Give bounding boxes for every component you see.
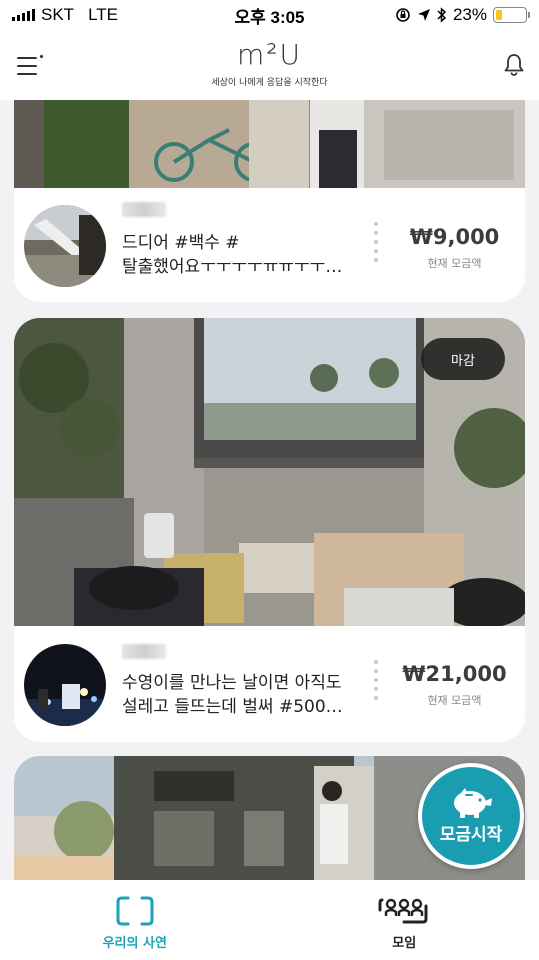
- tab-label: 모임: [392, 936, 417, 951]
- divider-dots: [374, 660, 378, 705]
- story-info: 수영이를 만나는 날이면 아직도 설레고 들뜨는데 벌써 #500… ₩21,0…: [14, 626, 525, 742]
- story-avatar: [24, 205, 106, 287]
- network-label: LTE: [88, 5, 118, 24]
- user-name-blurred: [122, 202, 166, 217]
- caption-line-2: 설레고 들뜨는데 벌써 #500…: [122, 697, 343, 717]
- location-icon: [417, 9, 430, 21]
- bluetooth-icon: [437, 7, 447, 23]
- raised-amount: ₩21,000: [402, 662, 507, 686]
- battery-percent: 23%: [452, 5, 487, 24]
- caption-line-1: 드디어 #백수 #: [122, 233, 240, 253]
- story-caption: 드디어 #백수 # 탈출했어요ㅜㅜㅜㅜㅠㅠㅜㅜ…: [122, 231, 357, 279]
- status-left: SKT LTE: [12, 5, 118, 25]
- story-info: 드디어 #백수 # 탈출했어요ㅜㅜㅜㅜㅠㅠㅜㅜ… ₩9,000 현재 모금액: [14, 188, 525, 302]
- app-tagline: 세상이 나에게 응답을 시작한다: [211, 78, 328, 88]
- status-bar: SKT LTE 오후 3:05 23%: [0, 0, 539, 30]
- story-avatar: [24, 644, 106, 726]
- caption-line-2: 탈출했어요ㅜㅜㅜㅜㅠㅠㅜㅜ…: [122, 257, 343, 277]
- tab-label: 우리의 사연: [102, 936, 167, 951]
- tab-our-stories[interactable]: 우리의 사연: [0, 880, 270, 960]
- bottom-tab-bar: 우리의 사연 모임: [0, 880, 539, 960]
- tab-gathering[interactable]: 모임: [270, 880, 539, 960]
- divider-dots: [374, 222, 378, 267]
- status-right: 23%: [395, 5, 530, 25]
- closed-badge: 마감: [421, 338, 505, 380]
- signal-icon: [12, 9, 35, 21]
- group-icon: [378, 898, 428, 924]
- raised-amount-label: 현재 모금액: [427, 694, 482, 707]
- fab-label: 모금시작: [439, 824, 503, 845]
- story-photo: [14, 100, 525, 188]
- story-card[interactable]: 마감 수영이를 만나는 날이면 아직도 설레고 들뜨는데 벌써 #500… ₩2…: [14, 318, 525, 742]
- app-header: m²U 세상이 나에게 응답을 시작한다: [0, 30, 539, 100]
- bell-icon[interactable]: [503, 52, 525, 76]
- raised-amount: ₩9,000: [409, 225, 500, 249]
- app-logo: m²U: [237, 38, 302, 71]
- battery-icon: [493, 7, 530, 23]
- piggy-bank-icon: [454, 787, 492, 818]
- carrier-label: SKT: [41, 5, 75, 24]
- caption-line-1: 수영이를 만나는 날이면 아직도: [122, 673, 342, 693]
- story-caption: 수영이를 만나는 날이면 아직도 설레고 들뜨는데 벌써 #500…: [122, 671, 357, 719]
- story-card[interactable]: 드디어 #백수 # 탈출했어요ㅜㅜㅜㅜㅠㅠㅜㅜ… ₩9,000 현재 모금액: [14, 100, 525, 302]
- start-fundraising-button[interactable]: 모금시작: [418, 763, 524, 869]
- raised-amount-label: 현재 모금액: [427, 257, 482, 270]
- user-name-blurred: [122, 644, 166, 659]
- rotation-lock-icon: [396, 8, 410, 22]
- frame-icon: [116, 896, 154, 926]
